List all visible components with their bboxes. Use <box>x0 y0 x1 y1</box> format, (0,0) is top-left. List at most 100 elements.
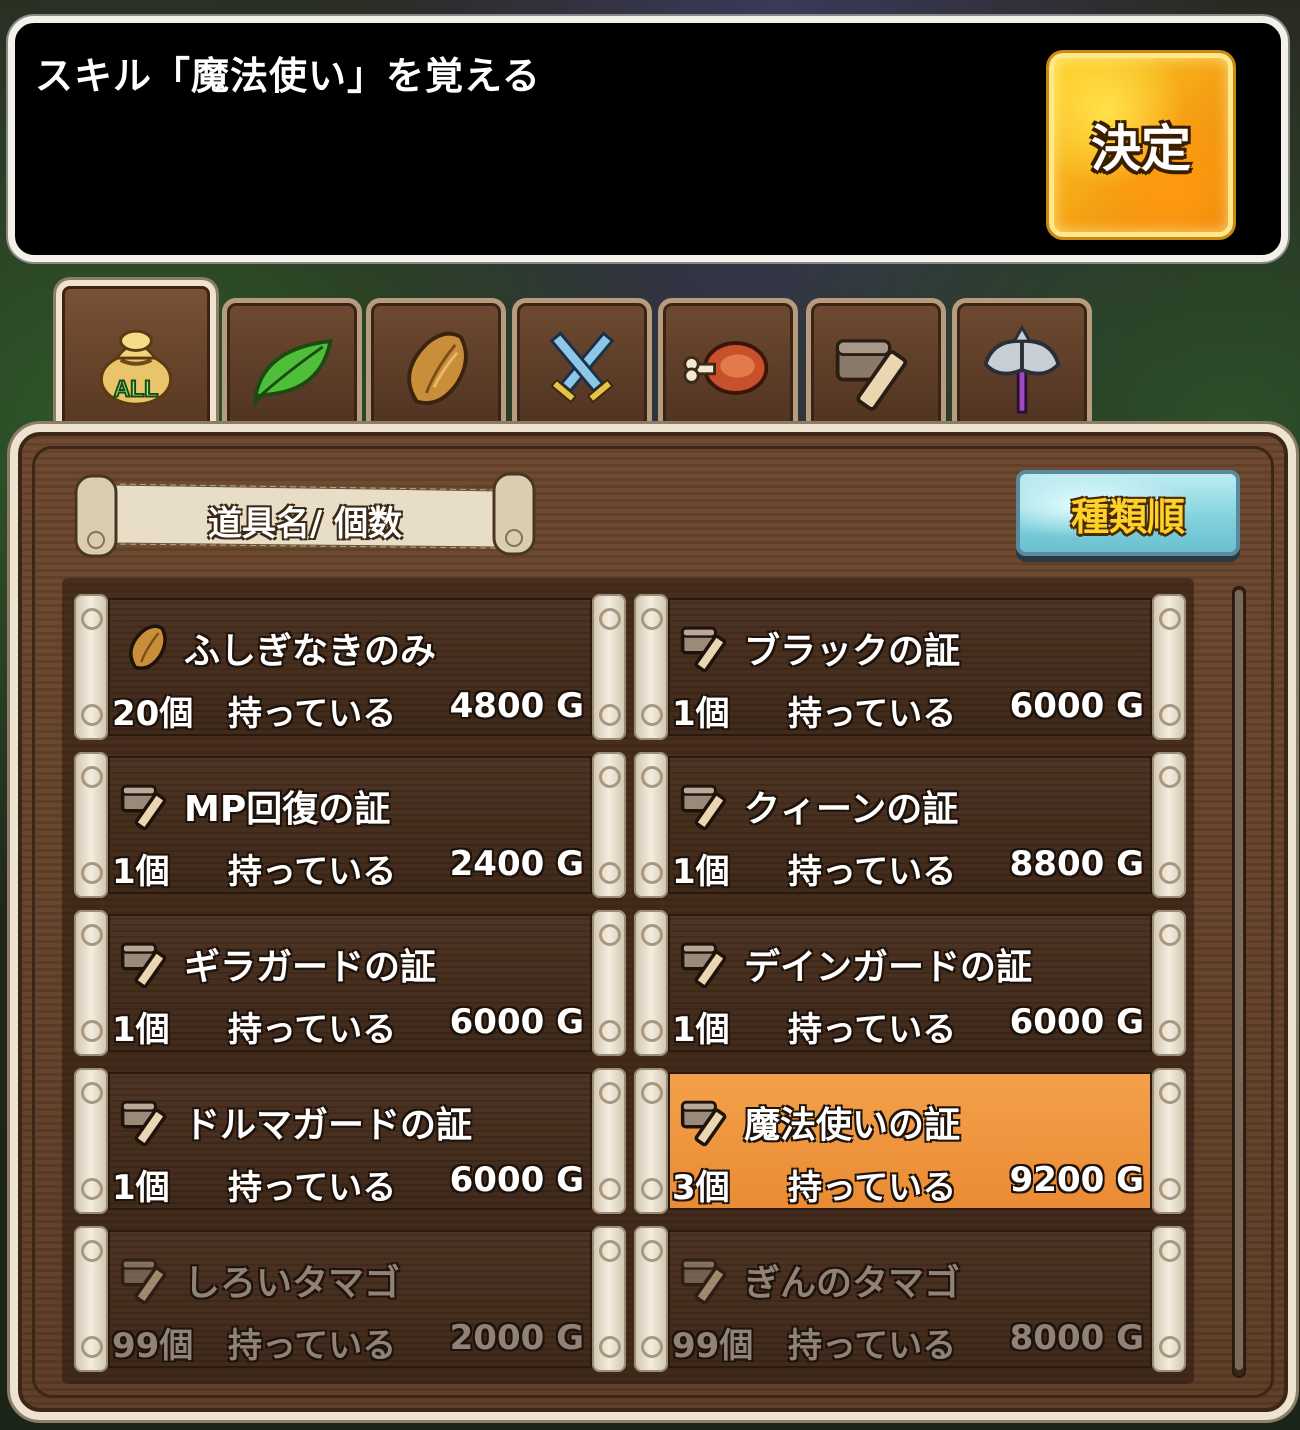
item-row-cap-left <box>74 910 108 1056</box>
chest-scroll-icon <box>680 1258 727 1305</box>
item-row[interactable]: MP回復の証 1個 持っている 2400 G <box>74 752 626 898</box>
item-row-body: ギラガードの証 1個 持っている 6000 G <box>108 914 592 1052</box>
item-row-cap-right <box>1152 1226 1186 1372</box>
item-name: ドルマガードの証 <box>184 1105 473 1146</box>
item-row-body: ふしぎなきのみ 20個 持っている 4800 G <box>108 598 592 736</box>
item-name: ふしぎなきのみ <box>184 631 437 672</box>
item-row[interactable]: しろいタマゴ 99個 持っている 2000 G <box>74 1226 626 1372</box>
item-row-cap-left <box>634 594 668 740</box>
axe-icon <box>983 324 1061 414</box>
tab-seed[interactable] <box>366 298 506 438</box>
meat-icon <box>683 341 769 395</box>
tab-all[interactable]: ALL <box>56 280 216 456</box>
item-row-body: クィーンの証 1個 持っている 8800 G <box>668 756 1152 894</box>
item-row-body: MP回復の証 1個 持っている 2400 G <box>108 756 592 894</box>
item-row-cap-right <box>592 594 626 740</box>
chest-scroll-icon <box>120 784 167 831</box>
item-row-cap-left <box>634 1068 668 1214</box>
item-row-cap-right <box>592 1068 626 1214</box>
item-row-body: 魔法使いの証 3個 持っている 9200 G <box>668 1072 1152 1210</box>
item-count: 1個 <box>672 694 730 734</box>
item-status: 持っている <box>228 1168 397 1208</box>
chest-scroll-icon <box>120 1100 167 1147</box>
tab-certificate[interactable] <box>806 298 946 438</box>
item-row[interactable]: ふしぎなきのみ 20個 持っている 4800 G <box>74 594 626 740</box>
chest-scroll-icon <box>680 784 727 831</box>
item-status: 持っている <box>228 1326 397 1366</box>
item-name: 魔法使いの証 <box>744 1105 961 1146</box>
item-row[interactable]: ぎんのタマゴ 99個 持っている 8000 G <box>634 1226 1186 1372</box>
item-price: 2000 G <box>449 1318 584 1358</box>
item-row[interactable]: ブラックの証 1個 持っている 6000 G <box>634 594 1186 740</box>
item-row-cap-right <box>592 1226 626 1372</box>
tab-weapon[interactable] <box>952 298 1092 438</box>
item-list-scrollbar[interactable] <box>1232 586 1246 1378</box>
item-row-cap-right <box>592 752 626 898</box>
item-row-cap-right <box>1152 910 1186 1056</box>
tab-all-label: ALL <box>114 375 159 401</box>
dialog-message: スキル「魔法使い」を覚える <box>35 54 541 98</box>
item-row-cap-left <box>634 1226 668 1372</box>
item-row-body: デインガードの証 1個 持っている 6000 G <box>668 914 1152 1052</box>
message-dialog: スキル「魔法使い」を覚える 決定 <box>8 16 1288 262</box>
item-price: 8800 G <box>1009 844 1144 884</box>
item-status: 持っている <box>788 694 957 734</box>
item-row-body: しろいタマゴ 99個 持っている 2000 G <box>108 1230 592 1368</box>
item-row-cap-left <box>74 1226 108 1372</box>
item-name: MP回復の証 <box>184 789 391 830</box>
sort-by-type-button[interactable]: 種類順 <box>1016 470 1240 556</box>
item-name: クィーンの証 <box>744 789 959 830</box>
item-row-cap-left <box>74 594 108 740</box>
leaf-icon <box>252 338 333 406</box>
item-row[interactable]: クィーンの証 1個 持っている 8800 G <box>634 752 1186 898</box>
chest-scroll-icon <box>120 1258 167 1305</box>
item-count: 99個 <box>672 1326 754 1366</box>
item-name: ギラガードの証 <box>184 947 437 988</box>
tab-herb[interactable] <box>222 298 362 438</box>
item-row-cap-right <box>1152 1068 1186 1214</box>
item-count: 1個 <box>112 1168 170 1208</box>
item-row[interactable]: ギラガードの証 1個 持っている 6000 G <box>74 910 626 1056</box>
item-count: 1個 <box>672 1010 730 1050</box>
item-row-cap-right <box>1152 752 1186 898</box>
item-row-cap-right <box>1152 594 1186 740</box>
chest-scroll-icon <box>680 1100 727 1147</box>
item-row-cap-right <box>592 910 626 1056</box>
item-count: 1個 <box>112 852 170 892</box>
seed-icon <box>129 624 167 670</box>
confirm-button[interactable]: 決定 <box>1049 53 1233 237</box>
item-row-body: ブラックの証 1個 持っている 6000 G <box>668 598 1152 736</box>
item-status: 持っている <box>788 1010 957 1050</box>
tab-food[interactable] <box>658 298 798 438</box>
list-header-scroll: 道具名/ 個数 <box>70 470 540 562</box>
chest-scroll-icon <box>120 942 167 989</box>
item-price: 6000 G <box>1009 1002 1144 1042</box>
item-status: 持っている <box>788 852 957 892</box>
chest-scroll-icon <box>680 626 727 673</box>
item-row-body: ドルマガードの証 1個 持っている 6000 G <box>108 1072 592 1210</box>
item-row[interactable]: ドルマガードの証 1個 持っている 6000 G <box>74 1068 626 1214</box>
item-name: しろいタマゴ <box>184 1263 401 1304</box>
item-count: 1個 <box>112 1010 170 1050</box>
item-row[interactable]: 魔法使いの証 3個 持っている 9200 G <box>634 1068 1186 1214</box>
item-row[interactable]: デインガードの証 1個 持っている 6000 G <box>634 910 1186 1056</box>
item-status: 持っている <box>228 852 397 892</box>
tab-equipment[interactable] <box>512 298 652 438</box>
item-row-cap-left <box>74 1068 108 1214</box>
item-price: 8000 G <box>1009 1318 1144 1358</box>
item-bag-icon: ALL <box>100 329 172 406</box>
item-price: 6000 G <box>1009 686 1144 726</box>
item-row-cap-left <box>74 752 108 898</box>
item-price: 2400 G <box>449 844 584 884</box>
item-count: 20個 <box>112 694 194 734</box>
item-name: ぎんのタマゴ <box>744 1263 961 1304</box>
item-status: 持っている <box>788 1168 957 1208</box>
item-count: 3個 <box>672 1168 730 1208</box>
item-row-body: ぎんのタマゴ 99個 持っている 8000 G <box>668 1230 1152 1368</box>
item-row-cap-left <box>634 910 668 1056</box>
item-row-cap-left <box>634 752 668 898</box>
item-name: デインガードの証 <box>744 947 1033 988</box>
item-name: ブラックの証 <box>744 631 961 672</box>
item-status: 持っている <box>788 1326 957 1366</box>
item-status: 持っている <box>228 1010 397 1050</box>
